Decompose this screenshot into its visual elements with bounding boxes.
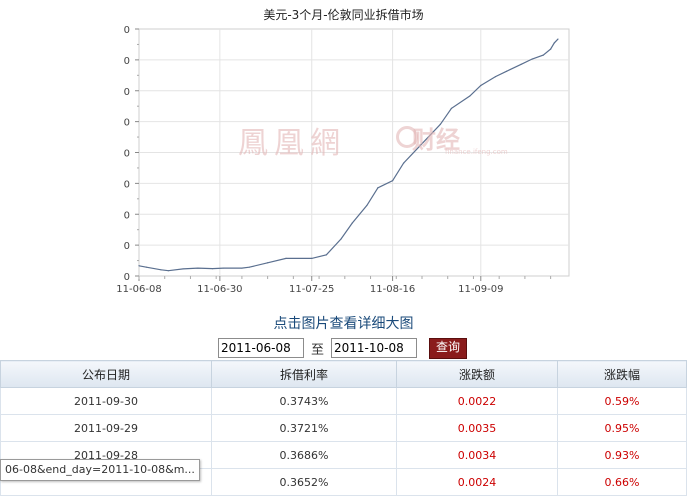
y-tick-label: 0 xyxy=(124,272,130,283)
data-point xyxy=(222,267,225,269)
cell-change: 0.0035 xyxy=(396,414,558,442)
header-date: 公布日期 xyxy=(0,360,212,388)
data-point xyxy=(469,95,471,97)
x-tick-label: 11-09-09 xyxy=(458,284,503,295)
cell-rate: 0.3686% xyxy=(211,441,397,469)
watermark-url: finance.ifeng.com xyxy=(445,148,508,156)
cell-rate: 0.3652% xyxy=(211,468,397,496)
data-point xyxy=(241,267,243,269)
x-tick-label: 11-07-25 xyxy=(289,284,334,295)
header-change: 涨跌额 xyxy=(396,360,558,388)
query-button[interactable]: 查询 xyxy=(429,337,468,359)
data-point xyxy=(531,58,533,60)
watermark-swirl-icon xyxy=(396,126,418,148)
data-point xyxy=(311,257,313,259)
data-point xyxy=(340,238,342,240)
data-point xyxy=(391,180,394,182)
to-label: 至 xyxy=(311,342,325,358)
cell-date: 2011-09-29 xyxy=(0,414,212,442)
cell-change: 0.0034 xyxy=(396,441,558,469)
data-point xyxy=(494,76,497,78)
data-point xyxy=(366,204,368,207)
header-rate: 拆借利率 xyxy=(211,360,397,388)
end-date-input[interactable] xyxy=(331,338,418,358)
y-tick-label: 0 xyxy=(124,87,130,98)
data-point xyxy=(505,70,508,72)
date-filter: 至 查询 xyxy=(218,337,468,359)
y-tick-label: 0 xyxy=(124,56,130,67)
watermark-logo: 鳳凰網 xyxy=(238,126,346,161)
data-point xyxy=(550,48,552,50)
data-point xyxy=(160,269,162,271)
y-tick-label: 0 xyxy=(124,25,130,36)
data-point xyxy=(285,257,287,259)
start-date-input[interactable] xyxy=(218,338,304,358)
y-tick-label: 0 xyxy=(124,241,130,252)
data-point xyxy=(145,266,147,268)
data-point xyxy=(325,254,328,256)
data-point xyxy=(351,222,353,224)
view-larger-link[interactable]: 点击图片查看详细大图 xyxy=(0,313,687,333)
link-status-tooltip: 06-08&end_day=2011-10-08&m... xyxy=(0,459,200,481)
data-point xyxy=(520,63,522,65)
data-point xyxy=(553,42,555,44)
y-tick-label: 0 xyxy=(124,210,130,221)
data-point xyxy=(182,268,184,270)
data-point xyxy=(557,38,559,40)
data-point xyxy=(377,187,379,189)
chart[interactable]: 美元-3个月-伦敦同业拆借市场 0 0 0 0 0 0 0 0 0 11-06-08 11-06-3… xyxy=(0,0,687,305)
data-point xyxy=(138,265,140,267)
data-point xyxy=(480,84,482,87)
table-header-row: 公布日期 拆借利率 涨跌额 涨跌幅 xyxy=(0,360,687,388)
cell-change-pct: 0.93% xyxy=(557,441,687,469)
data-point xyxy=(248,266,250,268)
data-point xyxy=(211,267,214,270)
cell-rate: 0.3743% xyxy=(211,387,397,415)
data-point xyxy=(197,267,199,269)
cell-change-pct: 0.59% xyxy=(557,387,687,415)
cell-change-pct: 0.66% xyxy=(557,468,687,496)
cell-change: 0.0022 xyxy=(396,387,558,415)
cell-date: 2011-09-30 xyxy=(0,387,212,415)
y-tick-label: 0 xyxy=(124,149,130,160)
x-tick-label: 11-08-16 xyxy=(370,284,415,295)
x-tick-label: 11-06-30 xyxy=(197,284,242,295)
data-point xyxy=(542,54,544,56)
data-point xyxy=(450,107,452,109)
y-tick-label: 0 xyxy=(124,118,130,129)
table-row: 2011-09-30 0.3743% 0.0022 0.59% xyxy=(0,387,687,415)
data-point xyxy=(267,262,269,264)
table-row: 2011-09-29 0.3721% 0.0035 0.95% xyxy=(0,414,687,442)
data-point xyxy=(403,162,405,164)
x-tick-label: 11-06-08 xyxy=(116,284,161,295)
cell-change: 0.0024 xyxy=(396,468,558,496)
y-tick-label: 0 xyxy=(124,179,130,190)
cell-rate: 0.3721% xyxy=(211,414,397,442)
cell-change-pct: 0.95% xyxy=(557,414,687,442)
header-change-pct: 涨跌幅 xyxy=(557,360,687,388)
data-point xyxy=(167,270,170,272)
